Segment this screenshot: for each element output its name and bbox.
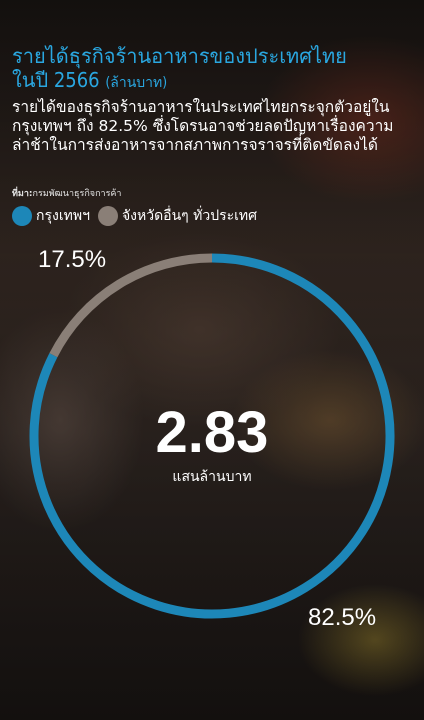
- data-label-other-provinces: 17.5%: [38, 246, 107, 273]
- data-label-bangkok: 82.5%: [308, 604, 377, 631]
- center-total-value: 2.83: [155, 400, 269, 465]
- center-total-unit: แสนล้านบาท: [172, 469, 252, 485]
